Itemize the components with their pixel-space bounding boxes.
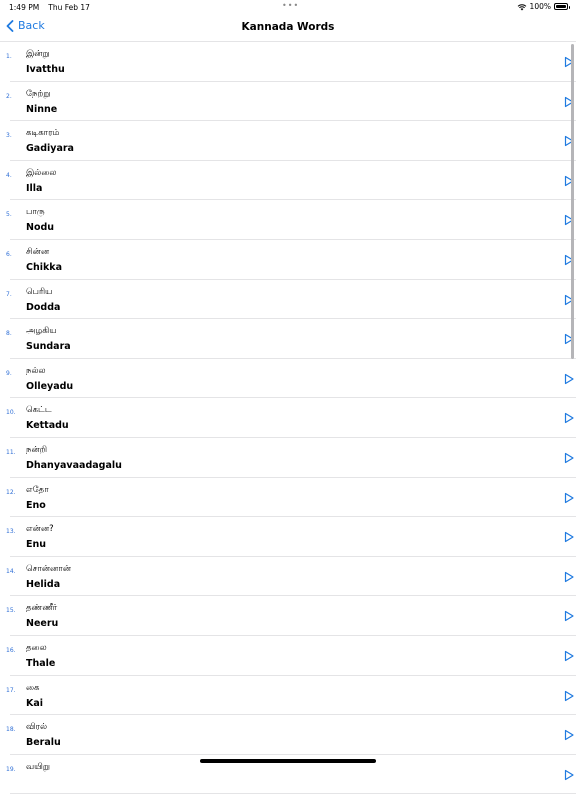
list-item[interactable]: 18. விரல் Beralu	[6, 715, 576, 755]
home-indicator[interactable]	[200, 759, 376, 763]
tamil-word: இன்று	[26, 49, 50, 59]
row-number: 2.	[6, 92, 12, 100]
list-item[interactable]: 9. நல்ல Olleyadu	[6, 359, 576, 399]
kannada-word: Kai	[26, 697, 44, 709]
play-icon[interactable]	[562, 451, 576, 465]
kannada-word: Kettadu	[26, 420, 69, 432]
play-icon[interactable]	[562, 530, 576, 544]
play-icon[interactable]	[562, 609, 576, 623]
kannada-word: Dhanyavaadagalu	[26, 459, 122, 471]
row-number: 15.	[6, 607, 16, 615]
tamil-word: அழகிய	[26, 326, 57, 337]
tamil-word: கடிகாரம்	[26, 128, 60, 139]
play-icon[interactable]	[562, 728, 576, 742]
tamil-word: விரல்	[26, 722, 48, 733]
list-item[interactable]: 4. இல்லை Illa	[6, 161, 576, 201]
kannada-word: Olleyadu	[26, 380, 74, 392]
list-item[interactable]: 13. என்ன? Enu	[6, 517, 576, 557]
status-time: 1:49 PM	[9, 3, 40, 12]
play-icon[interactable]	[562, 570, 576, 584]
tamil-word: கெட்ட	[26, 405, 52, 416]
play-icon[interactable]	[562, 649, 576, 663]
row-number: 3.	[6, 132, 12, 140]
status-bar: 1:49 PM Thu Feb 17 ••• 100%	[0, 0, 576, 14]
list-item[interactable]: 1. இன்று Ivatthu	[6, 42, 576, 82]
row-number: 4.	[6, 171, 12, 179]
row-number: 19.	[6, 765, 16, 773]
list-item[interactable]: 12. எதோ Eno	[6, 478, 576, 518]
list-item[interactable]: 6. சின்ன Chikka	[6, 240, 576, 280]
list-item[interactable]: 2. நேற்று Ninne	[6, 82, 576, 122]
row-number: 17.	[6, 686, 16, 694]
kannada-word: Beralu	[26, 737, 61, 749]
play-icon[interactable]	[562, 372, 576, 386]
tamil-word: கை	[26, 682, 40, 693]
scroll-indicator[interactable]	[571, 44, 574, 359]
kannada-word: Gadiyara	[26, 143, 74, 155]
row-number: 7.	[6, 290, 12, 298]
play-icon[interactable]	[562, 689, 576, 703]
kannada-word: Thale	[26, 657, 56, 669]
list-item[interactable]: 8. அழகிய Sundara	[6, 319, 576, 359]
list-item[interactable]: 10. கெட்ட Kettadu	[6, 398, 576, 438]
tamil-word: எதோ	[26, 484, 49, 495]
tamil-word: இல்லை	[26, 167, 57, 178]
row-number: 18.	[6, 726, 16, 734]
row-number: 11.	[6, 448, 16, 456]
row-number: 9.	[6, 369, 12, 377]
list-item[interactable]: 14. சொன்னான் Helida	[6, 557, 576, 597]
row-number: 1.	[6, 53, 12, 60]
list-item[interactable]: 11. நன்றி Dhanyavaadagalu	[6, 438, 576, 478]
battery-icon	[554, 3, 570, 10]
tamil-word: நேற்று	[26, 88, 51, 99]
tamil-word: நன்றி	[26, 444, 48, 455]
tamil-word: தண்ணீர்	[26, 603, 58, 614]
row-number: 6.	[6, 250, 12, 258]
row-number: 12.	[6, 488, 16, 496]
kannada-word: Chikka	[26, 261, 63, 273]
row-number: 13.	[6, 528, 16, 536]
kannada-word: Illa	[26, 182, 43, 194]
tamil-word: சின்ன	[26, 246, 50, 257]
row-number: 14.	[6, 567, 16, 575]
tamil-word: நல்ல	[26, 365, 46, 376]
status-left: 1:49 PM Thu Feb 17	[9, 3, 90, 12]
row-number: 10.	[6, 409, 16, 417]
kannada-word: Ivatthu	[26, 64, 65, 75]
tamil-word: சொன்னான்	[26, 563, 71, 574]
word-list: 1. இன்று Ivatthu 2. நேற்று Ninne 3. கடிகாரம் Gad…	[0, 42, 576, 794]
row-number: 8.	[6, 330, 12, 338]
wifi-icon	[517, 3, 526, 10]
kannada-word: Helida	[26, 578, 61, 590]
kannada-word: Enu	[26, 539, 47, 551]
multitasking-dots[interactable]: •••	[282, 1, 299, 10]
row-number: 16.	[6, 646, 16, 654]
page-title: Kannada Words	[241, 21, 335, 33]
list-item[interactable]: 7. பெரிய Dodda	[6, 280, 576, 320]
tamil-word: வயிறு	[26, 761, 50, 772]
navigation-bar: Back Kannada Words	[0, 14, 576, 42]
play-icon[interactable]	[562, 768, 576, 782]
list-item[interactable]: 16. தலை Thale	[6, 636, 576, 676]
tamil-word: தலை	[26, 642, 47, 653]
list-item[interactable]: 15. தண்ணீர் Neeru	[6, 596, 576, 636]
tamil-word: பாரு	[26, 207, 45, 218]
tamil-word: என்ன?	[26, 524, 54, 535]
kannada-word: Dodda	[26, 301, 61, 313]
kannada-word: Eno	[26, 499, 46, 511]
status-date: Thu Feb 17	[48, 3, 90, 12]
play-icon[interactable]	[562, 411, 576, 425]
kannada-word: Ninne	[26, 103, 58, 115]
play-icon[interactable]	[562, 491, 576, 505]
tamil-word: பெரிய	[26, 286, 53, 297]
list-item[interactable]: 5. பாரு Nodu	[6, 200, 576, 240]
status-right: 100%	[517, 2, 570, 11]
list-item[interactable]: 3. கடிகாரம் Gadiyara	[6, 121, 576, 161]
row-number: 5.	[6, 211, 12, 219]
kannada-word: Neeru	[26, 618, 59, 630]
kannada-word: Nodu	[26, 222, 55, 234]
list-item[interactable]: 17. கை Kai	[6, 676, 576, 716]
battery-percent: 100%	[529, 2, 551, 11]
kannada-word: Sundara	[26, 341, 71, 353]
